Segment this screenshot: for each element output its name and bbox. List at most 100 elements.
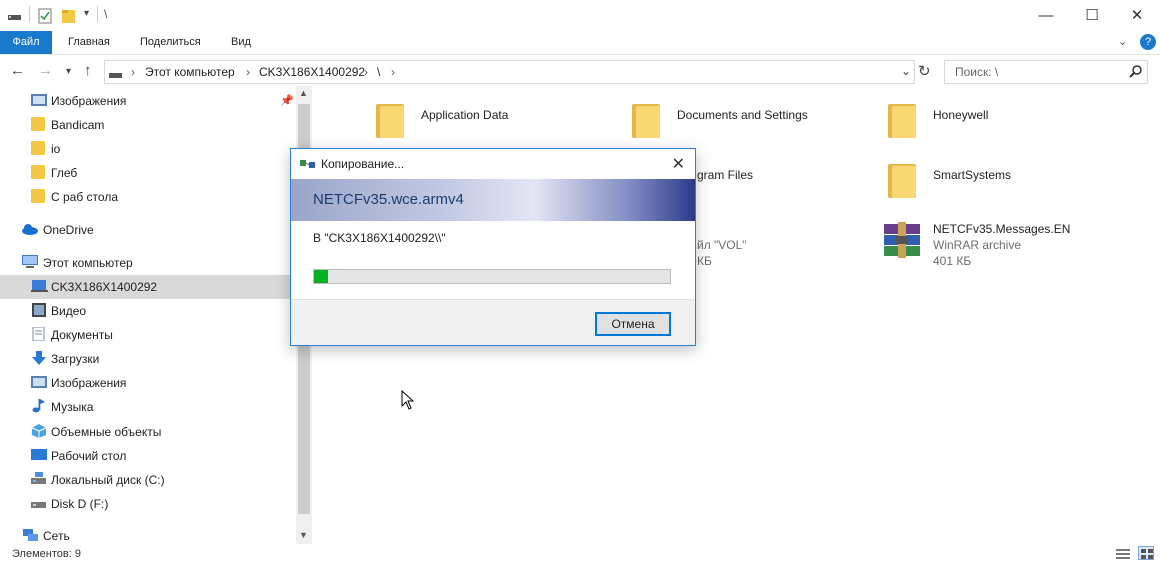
sidebar-item-gleb[interactable]: Глеб <box>0 161 296 185</box>
sidebar-item-device[interactable]: CK3X186X1400292 <box>0 275 296 299</box>
3d-objects-icon <box>31 424 47 438</box>
scroll-up-icon[interactable]: ▲ <box>299 88 308 98</box>
new-folder-icon[interactable] <box>62 8 76 23</box>
mouse-cursor-icon <box>401 389 415 413</box>
pictures-icon <box>31 375 47 389</box>
sidebar-item-label: io <box>51 142 61 156</box>
properties-icon[interactable] <box>38 8 52 24</box>
winrar-archive-icon[interactable] <box>882 222 924 263</box>
sidebar-item-label: OneDrive <box>43 223 94 237</box>
cloud-icon <box>21 222 38 236</box>
sidebar-item-pictures[interactable]: Изображения <box>0 371 296 395</box>
address-bar[interactable]: › Этот компьютер › CK3X186X1400292 › \ ›… <box>104 60 915 84</box>
file-name[interactable]: gram Files <box>697 168 753 182</box>
folder-icon <box>31 117 47 131</box>
dialog-body: В "CK3X186X1400292\\" <box>291 221 695 299</box>
search-input[interactable]: Поиск: \ <box>955 65 998 79</box>
quick-access-dropdown-icon[interactable]: ▾ <box>84 8 89 19</box>
pin-icon[interactable]: 📌 <box>280 94 294 107</box>
sidebar-item-label: Disk D (F:) <box>51 497 109 511</box>
expand-ribbon-icon[interactable]: ⌄ <box>1118 35 1127 48</box>
close-icon[interactable]: ✕ <box>672 154 685 174</box>
device-icon <box>31 279 48 293</box>
sidebar-item-bandicam[interactable]: Bandicam <box>0 113 296 137</box>
dialog-footer: Отмена <box>291 299 695 345</box>
breadcrumb-separator: › <box>131 65 135 79</box>
help-icon[interactable]: ? <box>1140 34 1156 50</box>
copy-progress-dialog: Копирование... ✕ NETCFv35.wce.armv4 В "C… <box>290 148 696 346</box>
breadcrumb-separator: › <box>364 65 368 79</box>
sidebar-item-network[interactable]: Сеть <box>0 524 296 548</box>
ribbon-tabs: Файл Главная Поделиться Вид ⌄ ? <box>0 31 1160 55</box>
file-name[interactable]: NETCFv35.Messages.EN <box>933 222 1070 236</box>
minimize-button[interactable]: — <box>1023 0 1069 30</box>
file-name[interactable]: Honeywell <box>933 108 988 122</box>
address-dropdown-icon[interactable]: ⌄ <box>901 64 911 78</box>
sidebar-item-label: Изображения <box>51 376 127 390</box>
sidebar-item-label: Рабочий стол <box>51 449 127 463</box>
sidebar-item-drive-c[interactable]: Локальный диск (C:) <box>0 468 296 492</box>
sidebar-item-video[interactable]: Видео <box>0 299 296 323</box>
recent-locations-icon[interactable]: ▾ <box>66 66 71 77</box>
folder-icon <box>31 165 47 179</box>
sidebar-item-music[interactable]: Музыка <box>0 395 296 419</box>
folder-icon <box>31 189 47 203</box>
folder-icon[interactable] <box>888 164 916 198</box>
dialog-title: Копирование... <box>321 157 405 171</box>
sidebar-item-label: Загрузки <box>51 352 100 366</box>
breadcrumb-this-pc[interactable]: Этот компьютер <box>145 65 235 79</box>
sidebar-item-onedrive[interactable]: OneDrive <box>0 218 296 242</box>
search-box[interactable]: Поиск: \ <box>944 60 1148 84</box>
folder-icon <box>31 141 47 155</box>
tab-view[interactable]: Вид <box>231 31 251 54</box>
breadcrumb-root[interactable]: \ <box>377 65 380 79</box>
computer-icon <box>21 255 38 269</box>
sidebar-item-3d-objects[interactable]: Объемные объекты <box>0 420 296 444</box>
title-bar: ▾ \ — ☐ ✕ <box>0 0 1160 31</box>
refresh-icon[interactable]: ↻ <box>918 62 931 80</box>
sidebar-item-label: Глеб <box>51 166 78 180</box>
breadcrumb-device[interactable]: CK3X186X1400292 <box>259 65 365 79</box>
sidebar-item-drive-f[interactable]: Disk D (F:) <box>0 492 296 516</box>
tab-share[interactable]: Поделиться <box>140 31 201 54</box>
sidebar-item-pictures-quick[interactable]: Изображения 📌 <box>0 89 296 113</box>
sidebar-item-downloads[interactable]: Загрузки <box>0 347 296 371</box>
dialog-title-bar[interactable]: Копирование... ✕ <box>291 149 695 179</box>
copying-file-name: NETCFv35.wce.armv4 <box>313 191 464 208</box>
forward-arrow-icon[interactable]: → <box>38 62 53 79</box>
drive-icon[interactable] <box>8 10 22 24</box>
tab-home[interactable]: Главная <box>68 31 110 54</box>
cancel-button[interactable]: Отмена <box>595 312 671 336</box>
file-name[interactable]: SmartSystems <box>933 168 1011 182</box>
divider <box>29 6 30 22</box>
sidebar-item-documents[interactable]: Документы <box>0 323 296 347</box>
back-arrow-icon[interactable]: ← <box>10 62 25 79</box>
destination-text: В "CK3X186X1400292\\" <box>313 231 446 245</box>
sidebar-item-desktop-copy[interactable]: С раб стола <box>0 185 296 209</box>
up-arrow-icon[interactable]: ↑ <box>84 62 92 79</box>
sidebar-item-io[interactable]: io <box>0 137 296 161</box>
details-view-icon[interactable] <box>1116 548 1130 563</box>
close-button[interactable]: ✕ <box>1114 0 1160 30</box>
device-icon <box>109 68 123 82</box>
network-icon <box>21 528 38 542</box>
maximize-button[interactable]: ☐ <box>1069 0 1115 30</box>
file-name[interactable]: Application Data <box>421 108 508 122</box>
progress-bar <box>313 269 671 284</box>
sidebar-item-this-pc[interactable]: Этот компьютер <box>0 251 296 275</box>
tab-file[interactable]: Файл <box>0 31 52 54</box>
music-icon <box>31 399 47 413</box>
file-size: КБ <box>697 254 712 268</box>
folder-icon[interactable] <box>888 104 916 138</box>
scroll-down-icon[interactable]: ▼ <box>299 530 308 540</box>
sidebar-item-label: CK3X186X1400292 <box>51 280 158 294</box>
drive-icon <box>31 472 47 486</box>
downloads-icon <box>31 351 47 365</box>
folder-icon[interactable] <box>632 104 660 138</box>
sidebar-item-desktop[interactable]: Рабочий стол <box>0 444 296 468</box>
folder-icon[interactable] <box>376 104 404 138</box>
file-name[interactable]: Documents and Settings <box>677 108 808 122</box>
search-icon[interactable] <box>1129 64 1143 81</box>
large-icons-view-icon[interactable] <box>1138 546 1154 560</box>
progress-fill <box>314 270 329 283</box>
